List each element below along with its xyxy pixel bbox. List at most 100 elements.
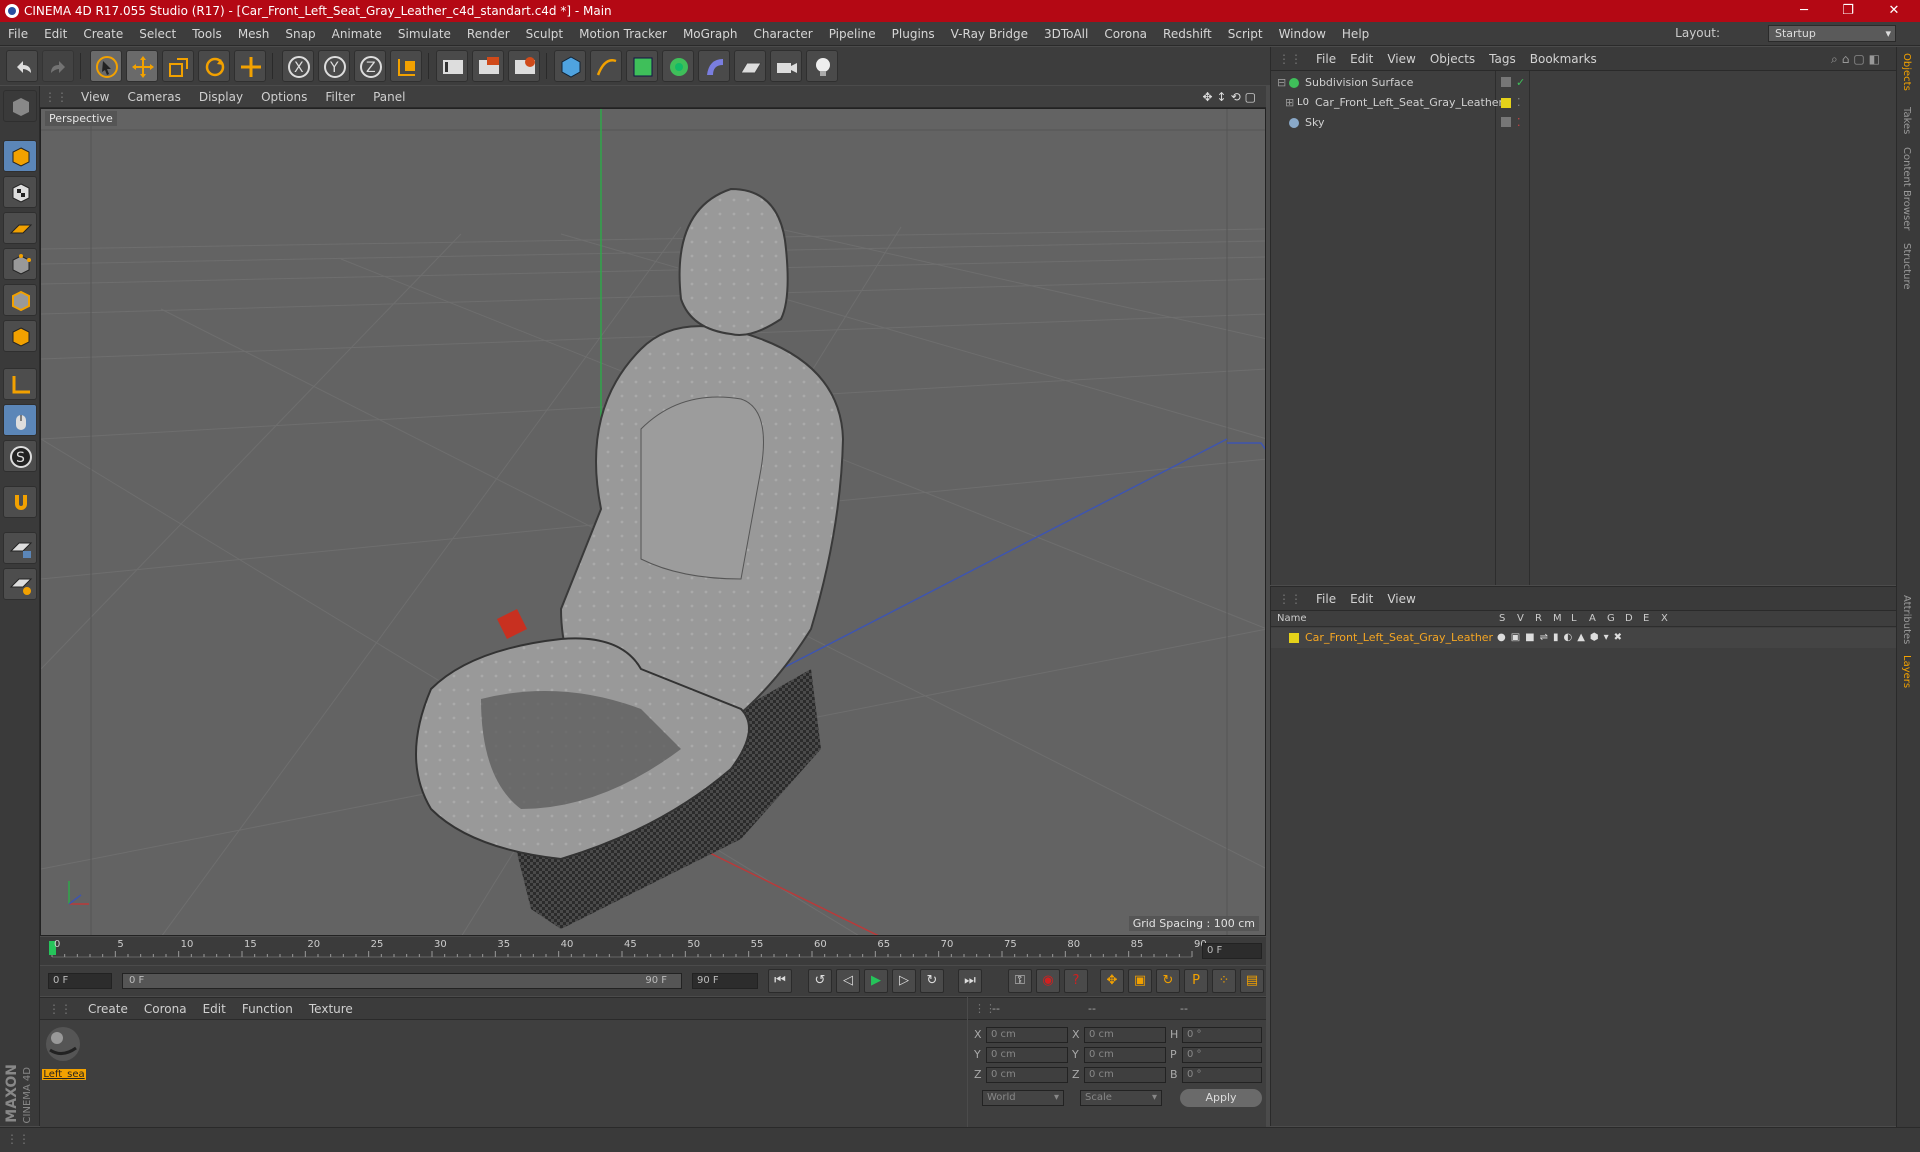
menu-plugins[interactable]: Plugins bbox=[884, 22, 943, 46]
menu-render[interactable]: Render bbox=[459, 22, 518, 46]
object-name[interactable]: Car_Front_Left_Seat_Gray_Leather bbox=[1315, 93, 1503, 113]
y-axis-lock-button[interactable]: Y bbox=[318, 50, 350, 82]
menu-mograph[interactable]: MoGraph bbox=[675, 22, 746, 46]
objects-menu-tags[interactable]: Tags bbox=[1482, 47, 1523, 71]
live-selection-button[interactable] bbox=[90, 50, 122, 82]
layer-col-g[interactable]: G bbox=[1607, 613, 1615, 624]
tab-structure[interactable]: Structure bbox=[1901, 243, 1912, 290]
size-x-field[interactable]: 0 cm bbox=[1084, 1027, 1166, 1043]
material-menu-function[interactable]: Function bbox=[234, 998, 301, 1020]
objects-menu-bookmarks[interactable]: Bookmarks bbox=[1523, 47, 1604, 71]
tab-attributes[interactable]: Attributes bbox=[1901, 595, 1912, 644]
key-parameter-button[interactable]: P bbox=[1184, 969, 1208, 993]
tree-collapse-icon[interactable]: ⊟ bbox=[1277, 73, 1286, 93]
render-view-button[interactable] bbox=[436, 50, 468, 82]
position-x-field[interactable]: 0 cm bbox=[986, 1027, 1068, 1043]
layer-row[interactable]: Car_Front_Left_Seat_Gray_Leather ●▣■⇌▮◐▲… bbox=[1271, 628, 1897, 648]
make-editable-button[interactable] bbox=[3, 90, 37, 122]
layers-menu-file[interactable]: File bbox=[1309, 587, 1343, 611]
viewport-menu-panel[interactable]: Panel bbox=[364, 86, 414, 108]
menu-redshift[interactable]: Redshift bbox=[1155, 22, 1220, 46]
pen-spline-button[interactable] bbox=[590, 50, 622, 82]
menu-tools[interactable]: Tools bbox=[184, 22, 230, 46]
layer-col-l[interactable]: L bbox=[1571, 613, 1577, 624]
points-mode-button[interactable] bbox=[3, 248, 37, 280]
auto-key-button[interactable]: ◉ bbox=[1036, 969, 1060, 993]
dot-status-icon[interactable]: ⁚ bbox=[1517, 113, 1521, 133]
tab-layers[interactable]: Layers bbox=[1901, 655, 1912, 688]
object-manager-nav-icons[interactable]: ⌕⌂▢◧ bbox=[1824, 47, 1891, 71]
object-row-car-seat[interactable]: ⊞ L0 Car_Front_Left_Seat_Gray_Leather ⁚ bbox=[1271, 93, 1897, 113]
tree-expand-icon[interactable]: ⊞ bbox=[1285, 93, 1294, 113]
planar-workplane-button[interactable] bbox=[3, 568, 37, 600]
move-tool-button[interactable] bbox=[126, 50, 158, 82]
material-menu-texture[interactable]: Texture bbox=[301, 998, 361, 1020]
subdivision-generator-button[interactable] bbox=[626, 50, 658, 82]
viewport-menu-filter[interactable]: Filter bbox=[316, 86, 364, 108]
workplane-mode-button[interactable] bbox=[3, 212, 37, 244]
floor-button[interactable] bbox=[734, 50, 766, 82]
go-to-start-button[interactable]: ⏮ bbox=[768, 969, 792, 993]
keyframe-selection-button[interactable]: ? bbox=[1064, 969, 1088, 993]
layer-col-v[interactable]: V bbox=[1517, 613, 1524, 624]
frame-range-slider[interactable]: 0 F 90 F bbox=[122, 973, 682, 989]
previous-key-button[interactable]: ↺ bbox=[808, 969, 832, 993]
position-y-field[interactable]: 0 cm bbox=[986, 1047, 1068, 1063]
layer-col-d[interactable]: D bbox=[1625, 613, 1633, 624]
coordinate-space-select[interactable]: World ▾ bbox=[982, 1090, 1064, 1106]
layer-col-m[interactable]: M bbox=[1553, 613, 1562, 624]
key-rotation-button[interactable]: ↻ bbox=[1156, 969, 1180, 993]
timeline-window-button[interactable]: ▤ bbox=[1240, 969, 1264, 993]
drag-handle-icon[interactable]: ⋮⋮ bbox=[40, 998, 80, 1020]
material-name[interactable]: Left_sea bbox=[42, 1069, 86, 1080]
menu-character[interactable]: Character bbox=[745, 22, 820, 46]
polygons-mode-button[interactable] bbox=[3, 320, 37, 352]
menu-pipeline[interactable]: Pipeline bbox=[821, 22, 884, 46]
object-name[interactable]: Sky bbox=[1305, 113, 1324, 133]
layer-col-a[interactable]: A bbox=[1589, 613, 1596, 624]
menu-motion-tracker[interactable]: Motion Tracker bbox=[571, 22, 675, 46]
menu-animate[interactable]: Animate bbox=[324, 22, 390, 46]
drag-handle-icon[interactable]: ⋮⋮ bbox=[6, 1132, 30, 1146]
transform-tool-button[interactable] bbox=[234, 50, 266, 82]
layer-color-icon[interactable] bbox=[1289, 633, 1299, 643]
layout-select[interactable]: Startup ▾ bbox=[1768, 25, 1896, 42]
drag-handle-icon[interactable]: ⋮⋮ bbox=[1271, 47, 1309, 71]
tab-objects[interactable]: Objects bbox=[1901, 53, 1912, 91]
lock-workplane-button[interactable] bbox=[3, 532, 37, 564]
previous-frame-button[interactable]: ◁ bbox=[836, 969, 860, 993]
x-axis-lock-button[interactable]: X bbox=[282, 50, 314, 82]
current-frame-field[interactable]: 0 F bbox=[1202, 943, 1262, 959]
menu-window[interactable]: Window bbox=[1271, 22, 1334, 46]
layers-menu-edit[interactable]: Edit bbox=[1343, 587, 1380, 611]
menu-create[interactable]: Create bbox=[75, 22, 131, 46]
key-position-button[interactable]: ✥ bbox=[1100, 969, 1124, 993]
layer-flag-icons[interactable]: ●▣■⇌▮◐▲⬢▾✖ bbox=[1497, 628, 1627, 648]
position-z-field[interactable]: 0 cm bbox=[986, 1067, 1068, 1083]
coordinate-system-button[interactable] bbox=[390, 50, 422, 82]
apply-button[interactable]: Apply bbox=[1180, 1089, 1262, 1107]
layer-col-e[interactable]: E bbox=[1643, 613, 1649, 624]
material-swatch[interactable]: Left_sea bbox=[42, 1024, 86, 1084]
key-scale-button[interactable]: ▣ bbox=[1128, 969, 1152, 993]
menu-mesh[interactable]: Mesh bbox=[230, 22, 278, 46]
tab-content-browser[interactable]: Content Browser bbox=[1901, 147, 1912, 230]
objects-menu-edit[interactable]: Edit bbox=[1343, 47, 1380, 71]
viewport-nav-icons[interactable]: ✥↕⟲▢ bbox=[1202, 86, 1260, 108]
menu-sculpt[interactable]: Sculpt bbox=[518, 22, 571, 46]
menu-script[interactable]: Script bbox=[1220, 22, 1271, 46]
viewport-menu-display[interactable]: Display bbox=[190, 86, 252, 108]
drag-handle-icon[interactable]: ⋮⋮ bbox=[40, 86, 72, 108]
layer-name[interactable]: Car_Front_Left_Seat_Gray_Leather bbox=[1305, 628, 1493, 648]
next-frame-button[interactable]: ▷ bbox=[892, 969, 916, 993]
layer-col-x[interactable]: X bbox=[1661, 613, 1668, 624]
rotation-b-field[interactable]: 0 ° bbox=[1182, 1067, 1262, 1083]
menu-snap[interactable]: Snap bbox=[277, 22, 323, 46]
menu-corona[interactable]: Corona bbox=[1096, 22, 1155, 46]
enabled-check-icon[interactable]: ✓ bbox=[1516, 73, 1525, 93]
menu-simulate[interactable]: Simulate bbox=[390, 22, 459, 46]
scale-tool-button[interactable] bbox=[162, 50, 194, 82]
texture-mode-button[interactable] bbox=[3, 176, 37, 208]
restore-button[interactable]: ❐ bbox=[1828, 1, 1868, 21]
rotation-h-field[interactable]: 0 ° bbox=[1182, 1027, 1262, 1043]
